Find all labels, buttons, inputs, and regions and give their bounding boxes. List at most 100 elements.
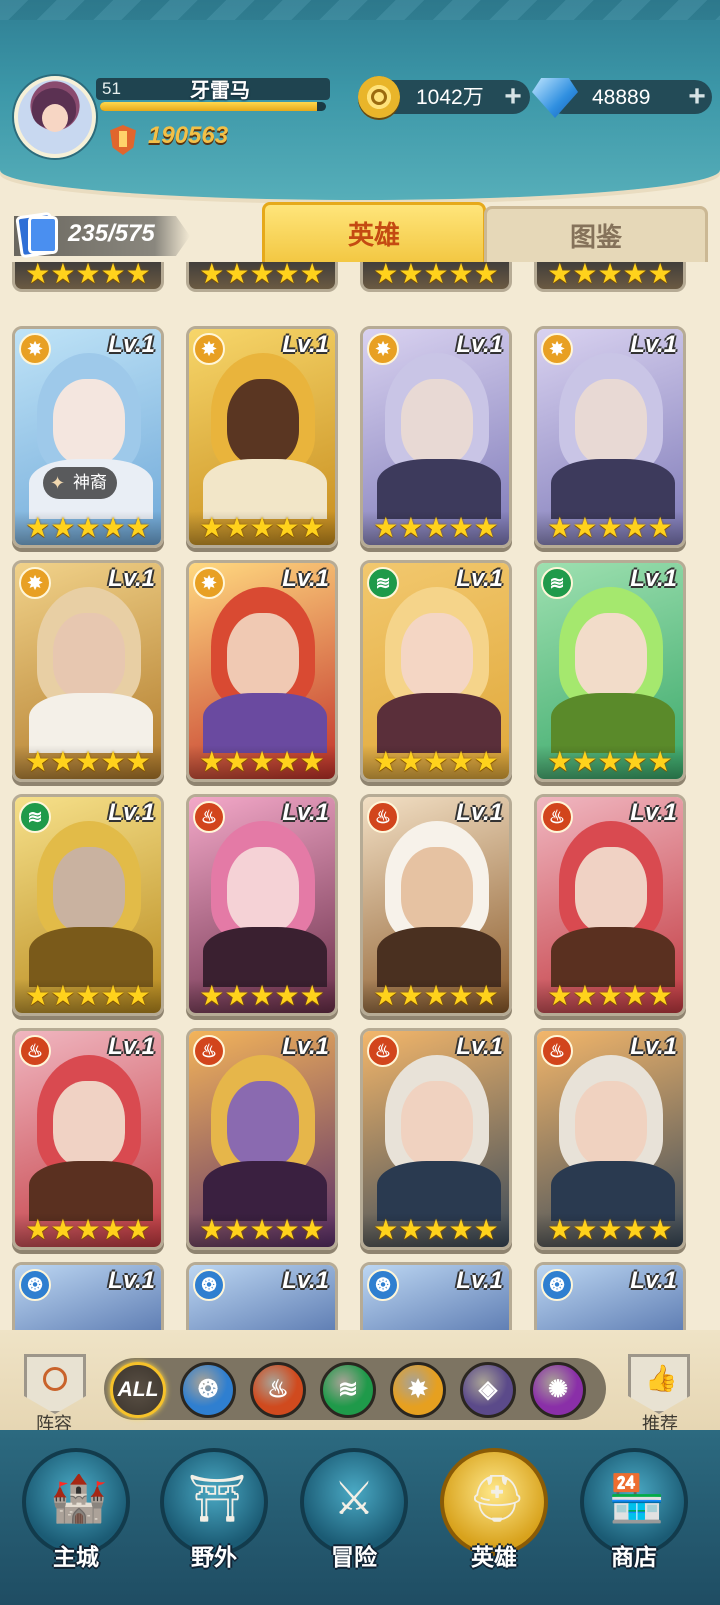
hero-card[interactable]: ≋ Lv.1 ★ ★ ★ ★ ★ [534,560,686,782]
tab-heroes[interactable]: 英雄 [262,202,486,265]
star-icon: ★ [373,262,399,289]
star-icon: ★ [647,512,673,543]
hero-card[interactable]: ♨ Lv.1 ★ ★ ★ ★ ★ [12,1028,164,1250]
star-icon: ★ [448,262,474,289]
hero-body [551,693,675,753]
hero-card[interactable]: ♨ Lv.1 ★ ★ ★ ★ ★ [534,1028,686,1250]
hero-level: Lv.1 [630,1033,677,1060]
hero-level: Lv.1 [456,799,503,826]
light-element-icon: ✸ [193,333,225,365]
star-icon: ★ [274,1214,300,1245]
hero-card[interactable]: ≋ Lv.1 ★ ★ ★ ★ ★ [12,794,164,1016]
partial-card-top[interactable]: ★ ★ ★ ★ ★ [534,262,686,292]
hero-card[interactable]: ❂ Lv.1 [360,1262,512,1330]
tab-codex[interactable]: 图鉴 [484,206,708,265]
star-icon: ★ [50,262,76,289]
player-avatar[interactable] [14,76,96,158]
hero-card[interactable]: ♨ Lv.1 ★ ★ ★ ★ ★ [534,794,686,1016]
star-icon: ★ [572,1214,598,1245]
star-icon: ★ [249,746,275,777]
hero-card[interactable]: ♨ Lv.1 ★ ★ ★ ★ ★ [186,1028,338,1250]
hero-card[interactable]: ✸ Lv.1 ★ ★ ★ ★ ★ [186,326,338,548]
hero-card[interactable]: ♨ Lv.1 ★ ★ ★ ★ ★ [360,794,512,1016]
hero-face [227,379,299,465]
hero-card[interactable]: ✸ Lv.1 ★ ★ ★ ★ ★ [360,326,512,548]
hero-card[interactable]: ✸Lv.1神裔★★★★★ [12,326,164,548]
star-icon: ★ [423,262,449,289]
add-gold-button[interactable]: + [500,82,526,112]
nav-label: 英雄 [471,1544,517,1570]
star-icon: ★ [647,1214,673,1245]
hero-level: Lv.1 [456,565,503,592]
filter-all-button[interactable]: ALL [110,1362,166,1418]
portal-icon: ⛩ [188,1472,247,1524]
hero-level: Lv.1 [630,331,677,358]
star-icon: ★ [199,1214,225,1245]
star-icon: ★ [75,980,101,1011]
hero-level: Lv.1 [456,1033,503,1060]
hero-body [29,693,153,753]
castle-icon: 🏰 [50,1472,108,1524]
hero-card[interactable]: ❂ Lv.1 [534,1262,686,1330]
light-element-icon[interactable]: ✸ [390,1362,446,1418]
dark-element-icon[interactable]: ◈ [460,1362,516,1418]
star-icon: ★ [373,746,399,777]
star-icon: ★ [25,980,51,1011]
fire-element-icon[interactable]: ♨ [250,1362,306,1418]
nature-element-icon[interactable]: ≋ [320,1362,376,1418]
hero-grid: ★★★★★★★★★★★★★★★★★★★★✸Lv.1神裔★★★★★✸Lv.1★★★… [0,262,720,1330]
xp-bar [100,102,326,111]
water-element-icon: ❂ [367,1269,399,1301]
hero-face [227,847,299,933]
star-icon: ★ [622,1214,648,1245]
star-rating: ★ ★ ★ ★ ★ [537,979,683,1013]
hero-face [575,1081,647,1167]
hero-level: Lv.1 [630,565,677,592]
star-icon: ★ [473,512,499,543]
hero-card[interactable]: ≋ Lv.1 ★ ★ ★ ★ ★ [360,560,512,782]
hero-face [53,613,125,699]
hero-card[interactable]: ❂ Lv.1 [12,1262,164,1330]
hero-body [551,459,675,519]
hero-card[interactable]: ✸ Lv.1 ★ ★ ★ ★ ★ [534,326,686,548]
hero-card[interactable]: ✸ Lv.1 ★ ★ ★ ★ ★ [186,560,338,782]
fire-element-icon: ♨ [541,801,573,833]
star-icon: ★ [473,980,499,1011]
water-element-icon: ❂ [541,1269,573,1301]
star-icon: ★ [249,1214,275,1245]
star-icon: ★ [199,512,225,543]
star-rating: ★ ★ ★ ★ ★ [15,745,161,779]
hero-body [377,693,501,753]
add-diamond-button[interactable]: + [684,82,710,112]
hero-body [551,927,675,987]
star-icon: ★ [398,980,424,1011]
hero-card[interactable]: ✸ Lv.1 ★ ★ ★ ★ ★ [12,560,164,782]
star-icon: ★ [125,512,151,543]
void-element-icon[interactable]: ✺ [530,1362,586,1418]
star-icon: ★ [572,262,598,289]
star-icon: ★ [25,262,51,289]
star-icon: ★ [50,1214,76,1245]
partial-card-top[interactable]: ★ ★ ★ ★ ★ [360,262,512,292]
water-element-icon[interactable]: ❂ [180,1362,236,1418]
star-icon: ★ [299,1214,325,1245]
star-icon: ★ [224,746,250,777]
helmet-icon: ⛑ [468,1472,527,1524]
star-icon: ★ [572,746,598,777]
nav-label: 商店 [611,1544,657,1570]
hero-card[interactable]: ❂ Lv.1 [186,1262,338,1330]
star-icon: ★ [398,512,424,543]
star-icon: ★ [597,980,623,1011]
hero-level: Lv.1 [282,799,329,826]
partial-card-top[interactable]: ★ ★ ★ ★ ★ [186,262,338,292]
star-icon: ★ [299,512,325,543]
hero-level: Lv.1 [282,1033,329,1060]
star-icon: ★ [75,512,101,543]
hero-card[interactable]: ♨ Lv.1 ★ ★ ★ ★ ★ [360,1028,512,1250]
nav-label: 野外 [191,1544,237,1570]
star-rating: ★ ★ ★ ★ ★ [363,511,509,545]
partial-card-top[interactable]: ★ ★ ★ ★ ★ [12,262,164,292]
hero-card[interactable]: ♨ Lv.1 ★ ★ ★ ★ ★ [186,794,338,1016]
star-icon: ★ [224,512,250,543]
hero-face [401,379,473,465]
